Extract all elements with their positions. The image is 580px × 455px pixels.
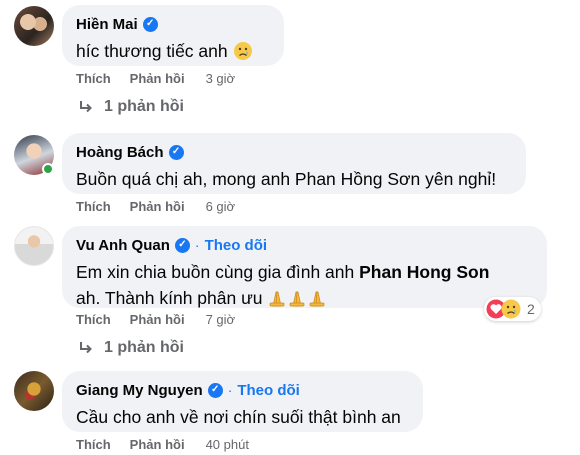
like-button[interactable]: Thích xyxy=(76,312,111,327)
verified-badge-icon: ✓ xyxy=(168,144,184,160)
comment-text-line2: ah. Thành kính phân ưu xyxy=(76,285,533,311)
commenter-name[interactable]: Giang My Nguyen xyxy=(76,382,203,399)
verified-badge-icon: ✓ xyxy=(142,16,158,32)
comment-bubble: Hoàng Bách ✓ Buồn quá chị ah, mong anh P… xyxy=(62,133,526,194)
reply-button[interactable]: Phản hồi xyxy=(130,437,185,452)
verified-badge-icon: ✓ xyxy=(174,237,190,253)
comment-text: Buồn quá chị ah, mong anh Phan Hồng Sơn … xyxy=(76,169,497,189)
replies-label: 1 phản hồi xyxy=(104,98,184,115)
like-button[interactable]: Thích xyxy=(76,437,111,452)
reply-button[interactable]: Phản hồi xyxy=(130,71,185,86)
commenter-name[interactable]: Hiền Mai xyxy=(76,16,138,33)
folded-hands-icon xyxy=(270,291,325,307)
verified-badge-icon: ✓ xyxy=(207,382,223,398)
like-button[interactable]: Thích xyxy=(76,199,111,214)
comment-time[interactable]: 6 giờ xyxy=(206,199,236,214)
comment-actions: Thích Phản hồi 6 giờ xyxy=(76,199,235,214)
follow-button[interactable]: Theo dõi xyxy=(237,382,300,399)
comment-bubble: Vu Anh Quan ✓ · Theo dõi Em xin chia buồ… xyxy=(62,226,547,308)
view-replies-button[interactable]: 1 phản hồi xyxy=(78,339,184,357)
comment-actions: Thích Phản hồi 3 giờ xyxy=(76,71,235,86)
avatar[interactable] xyxy=(14,6,54,46)
comment-actions: Thích Phản hồi 7 giờ xyxy=(76,312,235,327)
comment-actions: Thích Phản hồi 40 phút xyxy=(76,437,249,452)
comment-text: Em xin chia buồn cùng gia đình anh Phan … xyxy=(76,262,490,282)
sad-emoji-icon xyxy=(501,299,521,319)
online-status-icon xyxy=(42,163,54,175)
reply-button[interactable]: Phản hồi xyxy=(130,199,185,214)
comment-bubble: Giang My Nguyen ✓ · Theo dõi Cầu cho anh… xyxy=(62,371,423,432)
commenter-name[interactable]: Vu Anh Quan xyxy=(76,237,170,254)
reply-button[interactable]: Phản hồi xyxy=(130,312,185,327)
reply-arrow-icon xyxy=(80,342,92,354)
reply-arrow-icon xyxy=(80,101,92,113)
sad-emoji-icon xyxy=(233,42,252,60)
commenter-name[interactable]: Hoàng Bách xyxy=(76,144,164,161)
separator-dot: · xyxy=(194,237,200,253)
comment-bubble: Hiền Mai ✓ híc thương tiếc anh xyxy=(62,5,284,66)
comment-time[interactable]: 3 giờ xyxy=(206,71,236,86)
comment-text: híc thương tiếc anh xyxy=(76,38,270,64)
avatar[interactable] xyxy=(14,226,54,266)
follow-button[interactable]: Theo dõi xyxy=(205,237,268,254)
avatar[interactable] xyxy=(14,371,54,411)
comment-text: Cầu cho anh về nơi chín suối thật bình a… xyxy=(76,407,401,427)
like-button[interactable]: Thích xyxy=(76,71,111,86)
comment-time[interactable]: 40 phút xyxy=(206,437,249,452)
view-replies-button[interactable]: 1 phản hồi xyxy=(78,98,184,116)
reaction-count: 2 xyxy=(527,301,535,317)
replies-label: 1 phản hồi xyxy=(104,339,184,356)
comment-time[interactable]: 7 giờ xyxy=(206,312,236,327)
reaction-summary[interactable]: 2 xyxy=(484,297,541,321)
separator-dot: · xyxy=(227,382,233,398)
